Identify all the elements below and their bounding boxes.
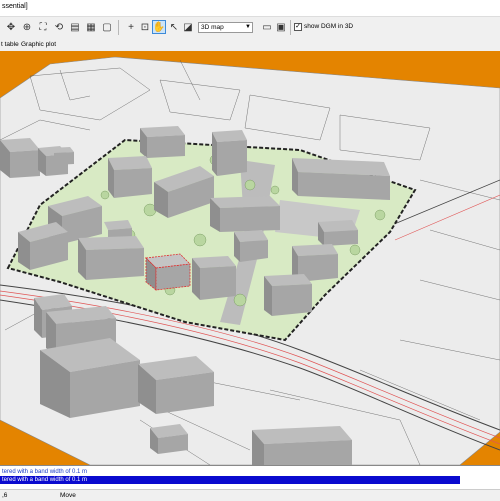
camera-icon[interactable]: ▭: [260, 20, 274, 34]
chevron-down-icon: ▼: [245, 24, 251, 30]
building: [138, 356, 214, 414]
building: [252, 426, 352, 465]
view-mode-value: 3D map: [201, 24, 224, 31]
window-title: ssential]: [2, 3, 28, 10]
building: [292, 158, 390, 200]
select-icon[interactable]: ↖: [167, 20, 181, 34]
title-bar: ssential]: [0, 0, 500, 17]
building: [150, 424, 188, 454]
building: [78, 236, 144, 280]
building: [108, 156, 152, 198]
selected-building[interactable]: [145, 253, 191, 291]
log-line: tered with a band width of 0.1 m: [2, 469, 88, 475]
crosshair-icon[interactable]: +: [124, 20, 138, 34]
building: [264, 274, 312, 316]
tab-graphic-plot[interactable]: Graphic plot: [21, 41, 56, 48]
pan-icon[interactable]: ✥: [4, 20, 18, 34]
rotate-icon[interactable]: ⟲: [52, 20, 66, 34]
toolbar-separator: [290, 20, 291, 35]
show-dgm-checkbox[interactable]: ✓: [294, 23, 302, 31]
frame-icon[interactable]: ▢: [100, 20, 114, 34]
building: [0, 138, 40, 178]
status-mode: Move: [60, 492, 76, 499]
status-coordinate: ,6: [2, 492, 8, 499]
area-icon[interactable]: ◪: [181, 20, 195, 34]
building: [192, 256, 236, 300]
map-3d-viewport[interactable]: [0, 51, 500, 465]
building: [210, 196, 280, 232]
settings-icon[interactable]: ▣: [274, 20, 288, 34]
hand-icon[interactable]: ✋: [152, 20, 166, 34]
tab-table[interactable]: t table: [1, 41, 19, 48]
toolbar: ✥ ⊕ ⛶ ⟲ ▤ ▦ ▢ + ⊡ ✋ ↖ ◪ 3D map ▼ ▭ ▣ ✓ s…: [0, 17, 500, 40]
view-mode-select[interactable]: 3D map ▼: [198, 22, 253, 33]
show-dgm-label: show DGM in 3D: [304, 23, 354, 30]
measure-icon[interactable]: ⊡: [138, 20, 152, 34]
building: [40, 338, 140, 418]
layer-icon[interactable]: ▤: [68, 20, 82, 34]
building: [140, 126, 185, 158]
log-line-selected[interactable]: tered with a band width of 0.1 m: [0, 476, 460, 484]
building: [212, 130, 247, 176]
grid-icon[interactable]: ▦: [84, 20, 98, 34]
building: [318, 220, 358, 246]
building: [234, 230, 268, 262]
log-panel[interactable]: tered with a band width of 0.1 m tered w…: [0, 465, 500, 490]
zoom-icon[interactable]: ⊕: [20, 20, 34, 34]
toolbar-separator: [118, 20, 119, 35]
map-3d-canvas[interactable]: [0, 51, 500, 465]
status-bar: ,6 Move: [0, 489, 500, 501]
zoom-extent-icon[interactable]: ⛶: [36, 20, 50, 34]
